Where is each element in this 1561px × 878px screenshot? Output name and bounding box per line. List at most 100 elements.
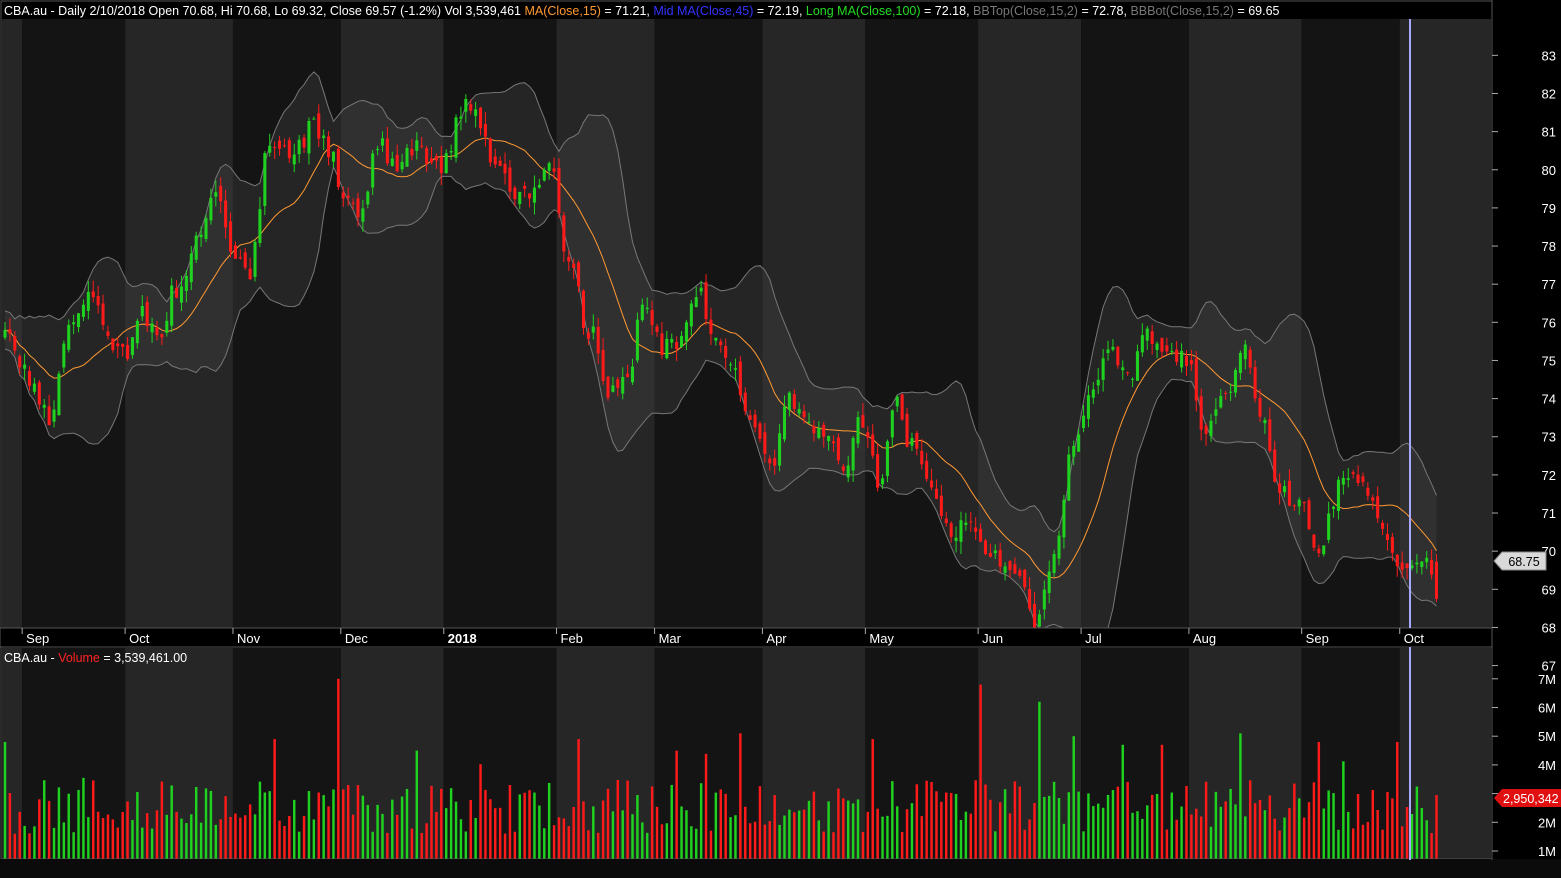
candle-body bbox=[665, 338, 669, 359]
volume-bar bbox=[631, 814, 634, 860]
price-y-tick-label: 73 bbox=[1542, 430, 1556, 445]
volume-bar bbox=[381, 813, 384, 860]
candle-body bbox=[165, 320, 169, 333]
x-tick-label: Sep bbox=[26, 631, 49, 646]
candle-body bbox=[1390, 536, 1394, 553]
volume-bar bbox=[523, 792, 526, 860]
candle-body bbox=[13, 336, 17, 351]
candle-body bbox=[684, 322, 688, 342]
stock-chart[interactable]: Sep Oct Nov Dec 2018 Feb Mar Apr May Jun Jul Aug Sep… bbox=[0, 0, 1561, 878]
volume-bar bbox=[1013, 781, 1017, 860]
candle-body bbox=[797, 409, 801, 414]
candle-body bbox=[400, 161, 404, 170]
x-tick-label: Jul bbox=[1085, 631, 1102, 646]
volume-bar bbox=[253, 814, 257, 860]
candle-body bbox=[380, 138, 385, 146]
candle-body bbox=[616, 379, 620, 388]
volume-bar bbox=[400, 796, 404, 860]
candle-body bbox=[719, 341, 723, 346]
volume-bar bbox=[190, 814, 193, 860]
volume-bar bbox=[170, 785, 173, 860]
candle-body bbox=[621, 377, 625, 394]
volume-bar bbox=[1190, 814, 1193, 860]
volume-bar bbox=[42, 780, 46, 860]
volume-bar bbox=[175, 811, 178, 860]
candle-body bbox=[1268, 419, 1272, 452]
volume-bar bbox=[636, 795, 639, 860]
candle-body bbox=[523, 186, 527, 189]
volume-bar bbox=[1033, 803, 1036, 860]
volume-bar bbox=[1155, 793, 1159, 860]
volume-bar bbox=[454, 801, 458, 860]
candle-body bbox=[503, 163, 507, 174]
volume-bar bbox=[1327, 790, 1330, 860]
candle-body bbox=[464, 99, 468, 112]
candle-body bbox=[336, 148, 340, 187]
candle-body bbox=[586, 332, 590, 339]
bottom-scroll-strip[interactable] bbox=[0, 859, 1561, 878]
volume-bar bbox=[297, 831, 301, 860]
volume-bar bbox=[165, 814, 169, 860]
volume-bar bbox=[1052, 781, 1056, 860]
candle-body bbox=[356, 198, 360, 218]
candle-body bbox=[331, 151, 335, 162]
candle-body bbox=[1062, 499, 1066, 538]
candle-body bbox=[1180, 350, 1184, 368]
candle-body bbox=[263, 153, 267, 206]
candle-body bbox=[214, 192, 218, 197]
candle-body bbox=[1243, 344, 1247, 360]
volume-bar bbox=[1347, 811, 1350, 860]
volume-bar bbox=[327, 806, 330, 860]
volume-bar bbox=[964, 811, 968, 860]
candle-body bbox=[1297, 499, 1301, 507]
volume-bar bbox=[1361, 824, 1365, 860]
volume-bar bbox=[670, 784, 673, 860]
volume-bar bbox=[611, 811, 615, 860]
volume-bar bbox=[136, 791, 139, 860]
volume-bar bbox=[616, 779, 620, 860]
volume-bar bbox=[1435, 795, 1438, 860]
volume-bar bbox=[283, 825, 286, 860]
candle-body bbox=[18, 356, 22, 368]
candle-body bbox=[743, 392, 747, 412]
volume-bar bbox=[1136, 811, 1139, 860]
candle-body bbox=[920, 450, 924, 465]
volume-bar bbox=[435, 812, 438, 860]
candle-body bbox=[611, 385, 615, 392]
candle-body bbox=[1155, 343, 1159, 351]
candle-body bbox=[483, 124, 487, 137]
candle-body bbox=[243, 252, 247, 268]
candle-body bbox=[184, 275, 188, 292]
volume-bar bbox=[1351, 828, 1355, 860]
candle-body bbox=[689, 303, 693, 327]
volume-bar bbox=[876, 808, 879, 860]
volume-bar bbox=[650, 786, 654, 860]
volume-bar bbox=[503, 833, 507, 860]
volume-bar bbox=[905, 809, 909, 860]
volume-bar bbox=[1165, 829, 1169, 860]
candle-body bbox=[1405, 563, 1409, 568]
candle-body bbox=[1145, 328, 1149, 341]
candle bbox=[170, 278, 174, 333]
volume-bar bbox=[930, 781, 933, 860]
volume-bar bbox=[116, 827, 119, 860]
candle-body bbox=[292, 154, 296, 165]
candle-body bbox=[160, 333, 164, 338]
volume-bar bbox=[1141, 818, 1144, 860]
candle-body bbox=[121, 343, 125, 347]
candle-body bbox=[876, 454, 880, 488]
candle-body bbox=[145, 301, 149, 327]
candle-body bbox=[596, 327, 600, 354]
volume-bar bbox=[1150, 794, 1154, 860]
candle bbox=[57, 371, 61, 416]
candle-body bbox=[1224, 392, 1228, 394]
volume-bar bbox=[469, 799, 472, 860]
volume-bar bbox=[1302, 817, 1306, 860]
volume-bar bbox=[293, 799, 296, 860]
candle-body bbox=[1351, 472, 1355, 474]
volume-bar bbox=[1244, 816, 1247, 860]
candle-body bbox=[660, 333, 664, 355]
candle bbox=[581, 289, 586, 335]
volume-bar bbox=[1077, 791, 1080, 860]
volume-bar bbox=[592, 806, 595, 860]
